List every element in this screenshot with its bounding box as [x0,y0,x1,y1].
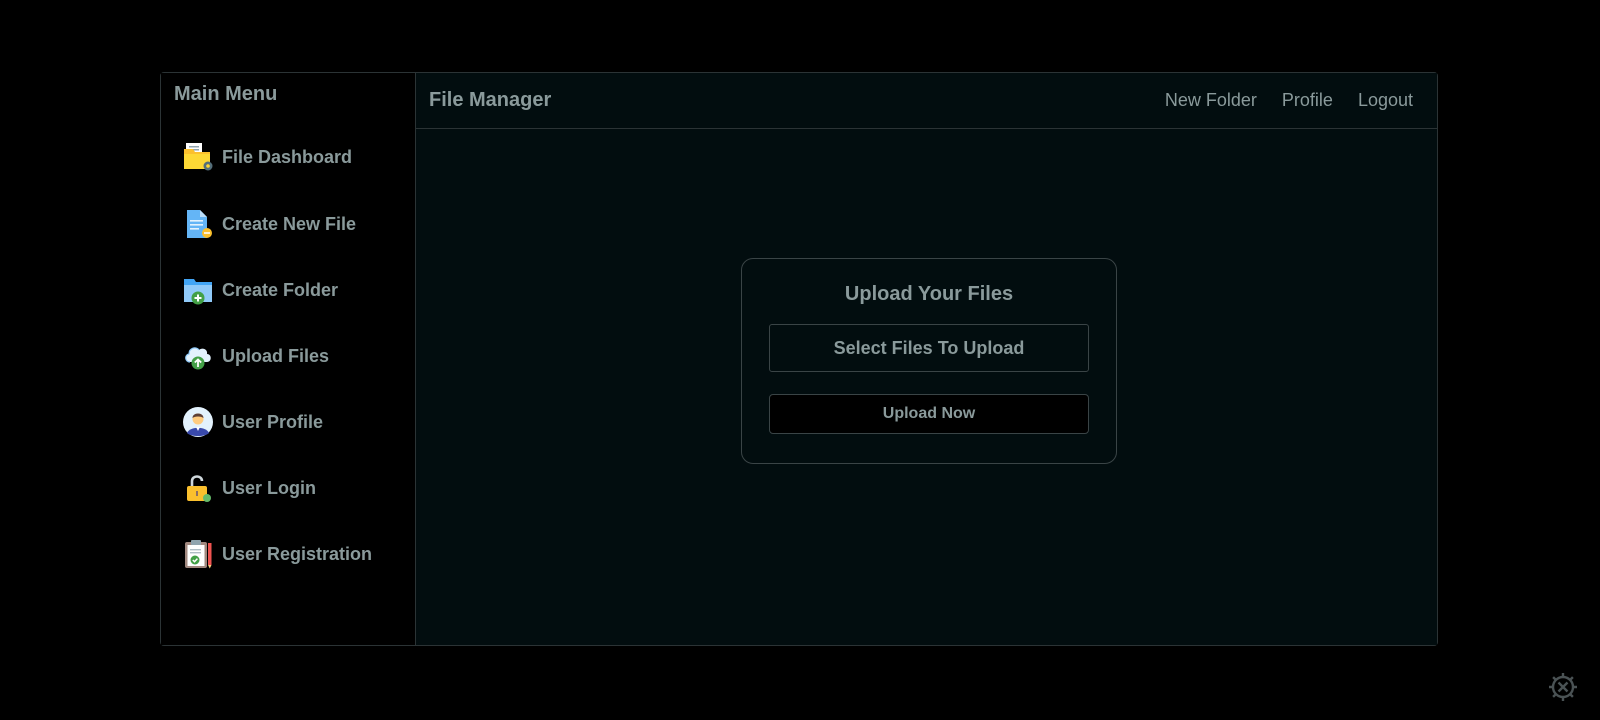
nav-new-folder-link[interactable]: New Folder [1165,90,1257,111]
top-nav-links: New Folder Profile Logout [1165,90,1413,111]
unlock-icon [181,471,215,505]
upload-card: Upload Your Files Select Files To Upload… [741,258,1117,464]
sidebar-item-user-login[interactable]: User Login [181,468,316,508]
sidebar-item-user-profile[interactable]: User Profile [181,402,323,442]
sidebar-item-label: User Registration [222,543,373,564]
sidebar-item-file-dashboard[interactable]: File Dashboard [181,137,352,177]
app-window: Main Menu File Dashboard Create New File… [160,72,1438,646]
new-file-icon [181,207,215,241]
sidebar-item-label: Upload Files [222,345,330,366]
sidebar-item-create-new-file[interactable]: Create New File [181,204,356,244]
upload-now-button[interactable]: Upload Now [769,394,1089,434]
clipboard-check-icon [181,537,215,571]
sidebar-item-label: File Dashboard [222,146,353,167]
select-files-button[interactable]: Select Files To Upload [769,324,1089,372]
sidebar-item-create-folder[interactable]: Create Folder [181,270,338,310]
main-content: File Manager New Folder Profile Logout U… [416,73,1437,645]
sidebar: Main Menu File Dashboard Create New File… [161,73,416,645]
cloud-upload-icon [181,339,215,373]
add-folder-icon [181,273,215,307]
sidebar-item-user-registration[interactable]: User Registration [181,534,372,574]
top-navbar: File Manager New Folder Profile Logout [416,73,1437,129]
page-title: File Manager [429,89,552,111]
nav-logout-link[interactable]: Logout [1358,90,1413,111]
sidebar-title: Main Menu [174,83,278,105]
nav-profile-link[interactable]: Profile [1282,90,1333,111]
sidebar-item-upload-files[interactable]: Upload Files [181,336,329,376]
folder-settings-icon [181,140,215,174]
settings-gear-icon[interactable] [1546,670,1580,704]
sidebar-item-label: User Login [222,477,317,498]
sidebar-item-label: Create Folder [222,279,339,300]
sidebar-item-label: Create New File [222,213,357,234]
sidebar-item-label: User Profile [222,411,324,432]
upload-card-title: Upload Your Files [844,283,1014,305]
user-avatar-icon [181,405,215,439]
